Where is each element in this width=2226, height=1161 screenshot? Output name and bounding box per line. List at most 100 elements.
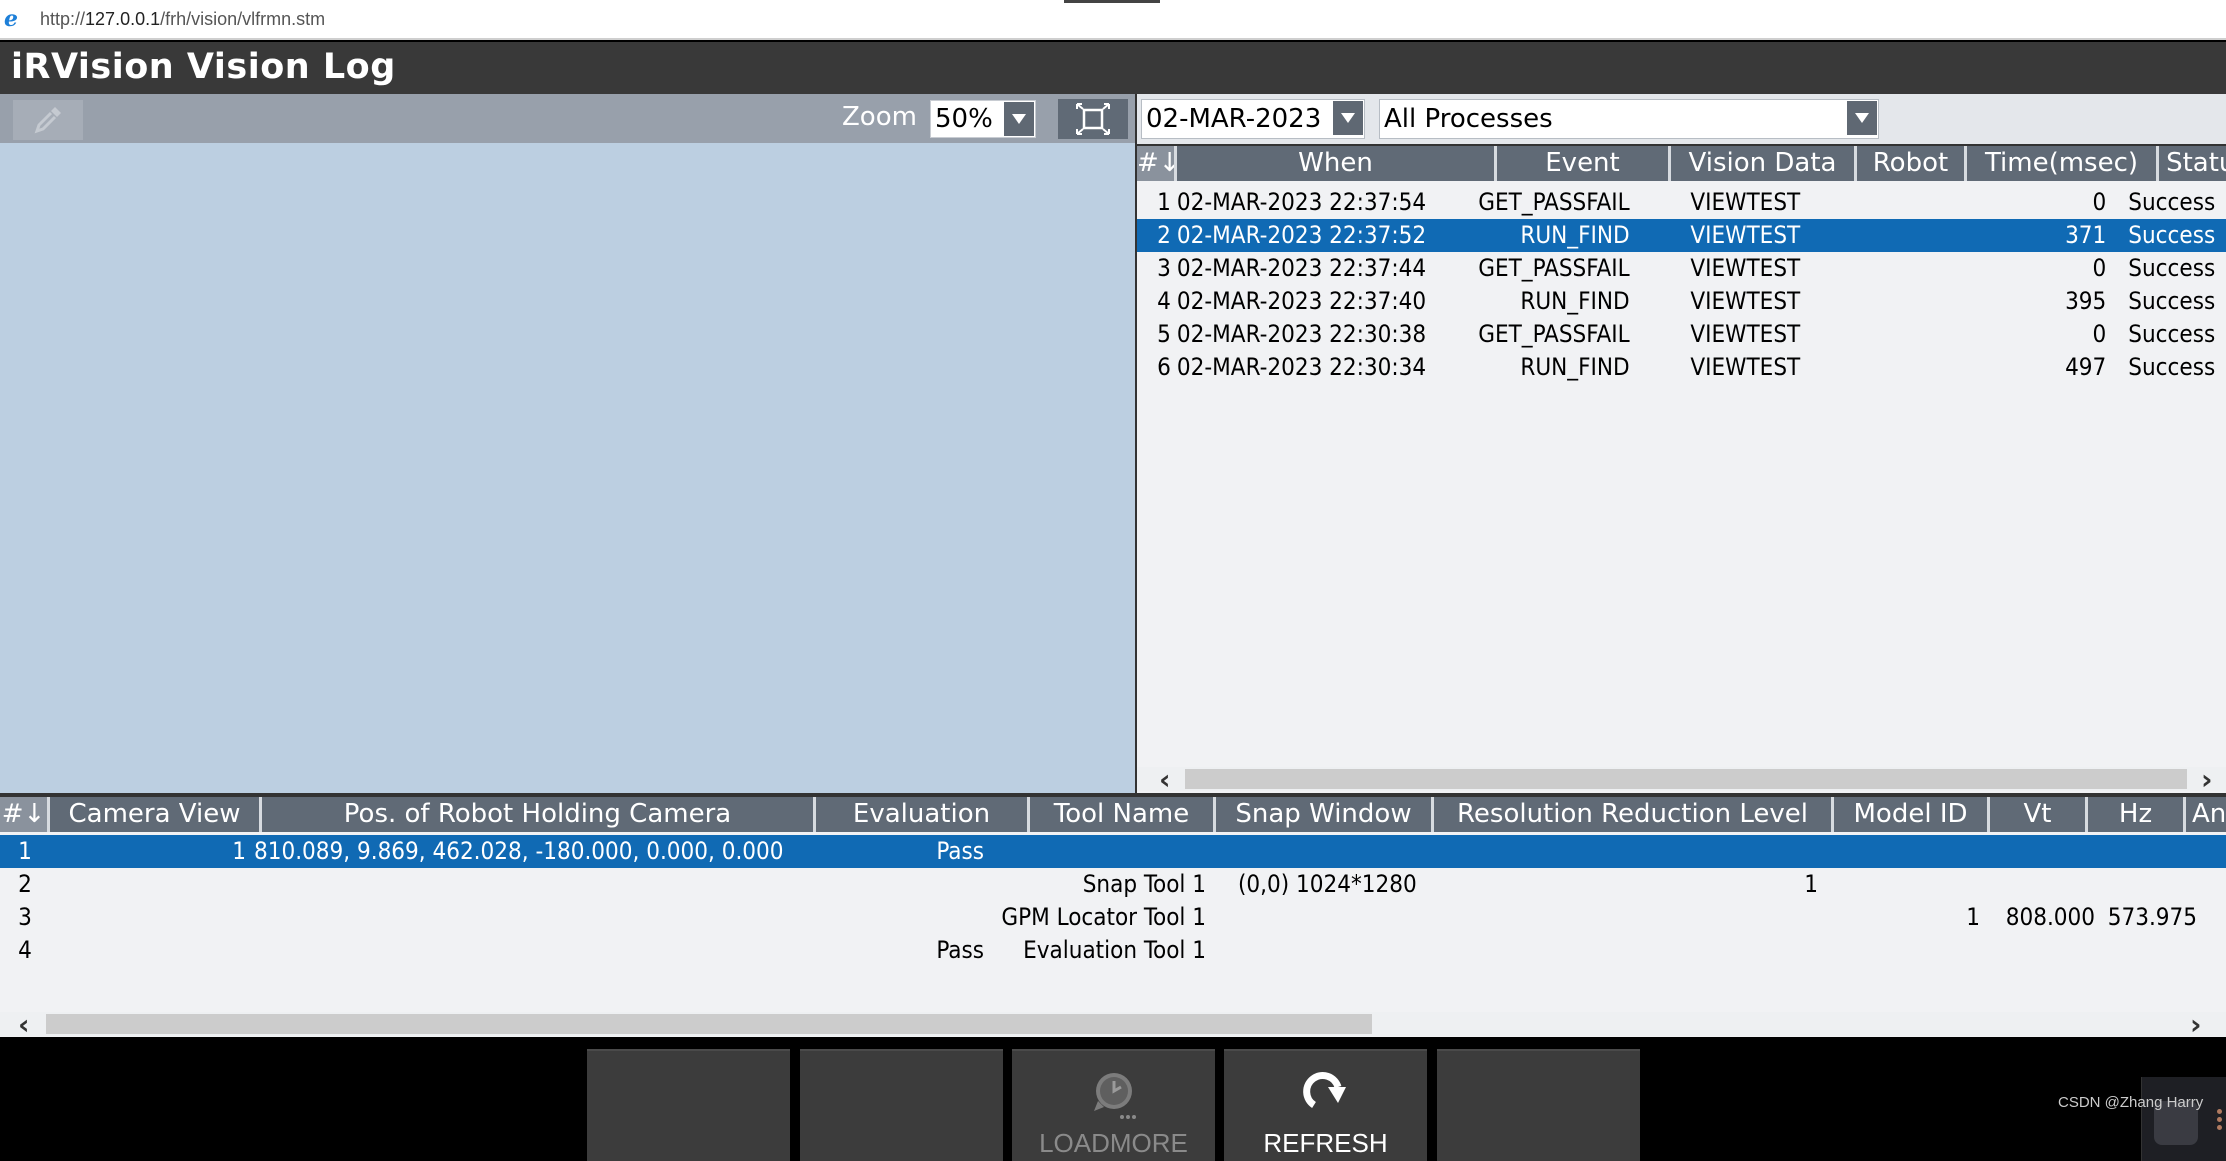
chevron-down-icon[interactable] bbox=[1847, 101, 1877, 135]
when-cell: 02-MAR-2023 22:37:54 bbox=[1176, 188, 1427, 216]
more-options-icon[interactable] bbox=[2217, 1109, 2222, 1133]
when-cell: 02-MAR-2023 22:30:38 bbox=[1176, 320, 1427, 348]
status-cell: Success bbox=[2128, 287, 2216, 315]
robot-cell bbox=[1861, 318, 1971, 351]
column-header-number[interactable]: #↓ bbox=[1137, 146, 1177, 181]
column-header-hz[interactable]: Hz bbox=[2088, 797, 2186, 832]
vt-cell bbox=[1980, 934, 2095, 967]
column-header-time[interactable]: Time(msec) bbox=[1967, 146, 2159, 181]
browser-address-bar[interactable]: e http://127.0.0.1/frh/vision/vlfrmn.stm bbox=[0, 0, 2226, 40]
column-header-robot[interactable]: Robot bbox=[1857, 146, 1967, 181]
resolution-level-cell bbox=[1428, 901, 1818, 934]
watermark: CSDN @Zhang Harry bbox=[2058, 1094, 2204, 1111]
date-select[interactable]: 02-MAR-2023 bbox=[1141, 99, 1365, 139]
scroll-left-icon[interactable]: ‹ bbox=[18, 1008, 30, 1037]
robot-position-cell bbox=[246, 934, 816, 967]
column-header-vt[interactable]: Vt bbox=[1990, 797, 2088, 832]
column-header-camera-view[interactable]: Camera View bbox=[50, 797, 262, 832]
pipette-button[interactable] bbox=[13, 100, 83, 140]
vt-cell bbox=[1980, 835, 2095, 868]
overlay-app-icon[interactable] bbox=[2141, 1077, 2226, 1161]
robot-cell bbox=[1861, 351, 1971, 384]
loadmore-button[interactable]: LOADMORE bbox=[1012, 1049, 1215, 1161]
status-cell: Success bbox=[2128, 221, 2216, 249]
log-table-row[interactable]: 6 02-MAR-2023 22:30:34 RUN_FIND VIEWTEST 497… bbox=[1137, 351, 2226, 384]
resolution-level-cell bbox=[1428, 934, 1818, 967]
row-number: 4 bbox=[1157, 287, 1171, 315]
url-path: /frh/vision/vlfrmn.stm bbox=[160, 8, 326, 29]
row-number: 1 bbox=[18, 837, 32, 865]
column-header-evaluation[interactable]: Evaluation bbox=[816, 797, 1030, 832]
scroll-right-icon[interactable]: › bbox=[2201, 763, 2213, 794]
function-button-2[interactable] bbox=[800, 1049, 1003, 1161]
detail-table-row[interactable]: 1 1 810.089, 9.869, 462.028, -180.000, 0.0… bbox=[0, 835, 2226, 868]
page-title: iRVision Vision Log bbox=[11, 47, 396, 87]
refresh-button[interactable]: REFRESH bbox=[1224, 1049, 1427, 1161]
process-value: All Processes bbox=[1384, 104, 1553, 134]
column-header-event[interactable]: Event bbox=[1497, 146, 1671, 181]
row-number: 4 bbox=[18, 936, 32, 964]
row-number: 3 bbox=[18, 903, 32, 931]
log-table-header: #↓ When Event Vision Data Robot Time(mse… bbox=[1137, 144, 2226, 181]
scrollbar-thumb[interactable] bbox=[1185, 769, 2187, 789]
tool-name-cell: GPM Locator Tool 1 bbox=[1001, 903, 1206, 931]
function-key-bar: LOADMORE REFRESH bbox=[0, 1037, 2226, 1161]
function-button-5[interactable] bbox=[1437, 1049, 1640, 1161]
url-text[interactable]: http://127.0.0.1/frh/vision/vlfrmn.stm bbox=[40, 9, 325, 30]
time-cell: 371 bbox=[2065, 221, 2107, 249]
event-cell: GET_PASSFAIL bbox=[1478, 320, 1630, 348]
refresh-icon bbox=[1224, 1065, 1427, 1119]
fit-screen-icon bbox=[1076, 103, 1110, 135]
robot-cell bbox=[1861, 252, 1971, 285]
row-number: 6 bbox=[1157, 353, 1171, 381]
snap-window-cell bbox=[1210, 835, 1428, 868]
event-cell: GET_PASSFAIL bbox=[1478, 188, 1630, 216]
column-header-model-id[interactable]: Model ID bbox=[1834, 797, 1990, 832]
log-filter-toolbar: 02-MAR-2023 All Processes bbox=[1135, 94, 2226, 144]
fit-to-window-button[interactable] bbox=[1058, 99, 1128, 139]
time-cell: 0 bbox=[2092, 188, 2107, 216]
function-button-1[interactable] bbox=[587, 1049, 790, 1161]
column-header-when[interactable]: When bbox=[1177, 146, 1497, 181]
scrollbar-thumb[interactable] bbox=[46, 1014, 1372, 1034]
column-header-robot-position[interactable]: Pos. of Robot Holding Camera bbox=[262, 797, 816, 832]
event-cell: RUN_FIND bbox=[1520, 287, 1630, 315]
log-table-row[interactable]: 5 02-MAR-2023 22:30:38 GET_PASSFAIL VIEWTES… bbox=[1137, 318, 2226, 351]
log-table-horizontal-scrollbar[interactable]: ‹ › bbox=[1137, 763, 2226, 794]
model-id-cell: 1 bbox=[1966, 903, 1980, 931]
log-table-row[interactable]: 3 02-MAR-2023 22:37:44 GET_PASSFAIL VIEWTES… bbox=[1137, 252, 2226, 285]
column-header-angle[interactable]: An bbox=[2186, 797, 2226, 832]
robot-position-cell bbox=[246, 868, 816, 901]
browser-logo-icon: e bbox=[4, 6, 18, 32]
tool-name-cell: Evaluation Tool 1 bbox=[1023, 936, 1206, 964]
scroll-right-icon[interactable]: › bbox=[2190, 1008, 2202, 1037]
process-select[interactable]: All Processes bbox=[1379, 99, 1879, 139]
chevron-down-icon[interactable] bbox=[1004, 102, 1034, 136]
log-table-row[interactable]: 1 02-MAR-2023 22:37:54 GET_PASSFAIL VIEWTES… bbox=[1137, 186, 2226, 219]
detail-table-row[interactable]: 4 Pass Evaluation Tool 1 bbox=[0, 934, 2226, 967]
when-cell: 02-MAR-2023 22:30:34 bbox=[1176, 353, 1427, 381]
time-cell: 0 bbox=[2092, 254, 2107, 282]
detail-table-horizontal-scrollbar[interactable]: ‹ › bbox=[0, 1008, 2226, 1037]
log-table-row[interactable]: 4 02-MAR-2023 22:37:40 RUN_FIND VIEWTEST 395… bbox=[1137, 285, 2226, 318]
zoom-select[interactable]: 50% bbox=[930, 100, 1036, 138]
resolution-level-cell bbox=[1428, 835, 1818, 868]
title-bar: iRVision Vision Log bbox=[0, 42, 2226, 94]
column-header-status[interactable]: Status bbox=[2159, 146, 2226, 181]
robot-position-cell: 810.089, 9.869, 462.028, -180.000, 0.000… bbox=[254, 837, 784, 865]
column-header-resolution-level[interactable]: Resolution Reduction Level bbox=[1434, 797, 1834, 832]
column-header-vision-data[interactable]: Vision Data bbox=[1671, 146, 1857, 181]
event-cell: RUN_FIND bbox=[1520, 221, 1630, 249]
column-header-snap-window[interactable]: Snap Window bbox=[1216, 797, 1434, 832]
image-display-panel[interactable] bbox=[0, 143, 1135, 793]
column-header-tool-name[interactable]: Tool Name bbox=[1030, 797, 1216, 832]
log-table-row[interactable]: 2 02-MAR-2023 22:37:52 RUN_FIND VIEWTEST 371… bbox=[1137, 219, 2226, 252]
vision-data-cell: VIEWTEST bbox=[1690, 188, 1801, 216]
column-header-number[interactable]: #↓ bbox=[0, 797, 50, 832]
detail-table-row[interactable]: 3 GPM Locator Tool 1 1 808.000 573.975 bbox=[0, 901, 2226, 934]
chevron-down-icon[interactable] bbox=[1333, 101, 1363, 135]
scroll-left-icon[interactable]: ‹ bbox=[1159, 763, 1171, 794]
model-id-cell bbox=[1818, 835, 1980, 868]
detail-table-row[interactable]: 2 Snap Tool 1 (0,0) 1024*1280 1 bbox=[0, 868, 2226, 901]
robot-cell bbox=[1861, 219, 1971, 252]
